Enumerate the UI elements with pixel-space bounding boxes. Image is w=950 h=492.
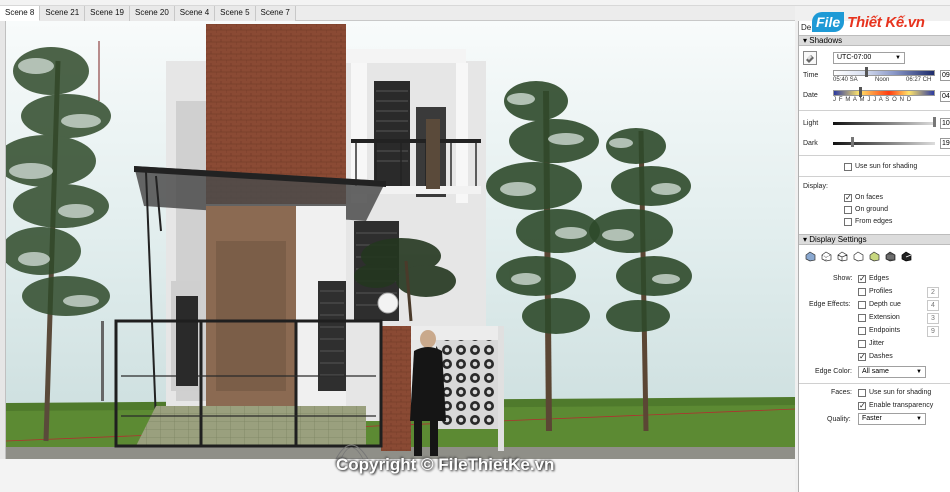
shaded-style-icon[interactable] xyxy=(869,251,880,262)
faces-label: Faces: xyxy=(831,389,853,396)
default-tray: De ▾ Shadows UTC-07:00 ▼ Time 05:40 SA No… xyxy=(798,21,950,492)
from-edges-label: From edges xyxy=(855,218,893,225)
date-label: Date xyxy=(803,92,818,99)
back-edges-style-icon[interactable] xyxy=(821,251,832,262)
house-render xyxy=(6,21,795,459)
time-tick-2: Noon xyxy=(875,77,890,83)
jitter-checkbox[interactable] xyxy=(858,340,866,348)
scene-tab-20[interactable]: Scene 20 xyxy=(129,6,175,21)
use-sun-faces-label: Use sun for shading xyxy=(869,389,932,396)
profiles-checkbox[interactable] xyxy=(858,288,866,296)
profiles-value[interactable]: 2 xyxy=(927,287,939,298)
use-sun-faces-checkbox[interactable] xyxy=(858,389,866,397)
dark-slider-thumb[interactable] xyxy=(851,137,854,147)
hidden-line-style-icon[interactable] xyxy=(853,251,864,262)
on-ground-label: On ground xyxy=(855,206,889,213)
endpoints-value[interactable]: 9 xyxy=(927,326,939,337)
site-logo: File Thiết Kế.vn xyxy=(812,12,925,32)
edge-color-label: Edge Color: xyxy=(815,368,852,375)
scene-tab-7[interactable]: Scene 7 xyxy=(255,6,296,21)
light-value-field[interactable]: 10 xyxy=(940,118,950,129)
xray-style-icon[interactable] xyxy=(805,251,816,262)
on-ground-checkbox[interactable] xyxy=(844,206,852,214)
monochrome-style-icon[interactable] xyxy=(901,251,912,262)
date-value-field[interactable]: 04 xyxy=(940,91,950,102)
scene-tabs: Scene 8 Scene 21 Scene 19 Scene 20 Scene… xyxy=(0,6,795,21)
time-tick-1: 05:40 SA xyxy=(833,77,858,83)
edge-color-select[interactable]: All same ▼ xyxy=(858,366,926,378)
copyright-watermark: Copyright © FileThietKe.vn xyxy=(336,455,555,474)
wireframe-style-icon[interactable] xyxy=(837,251,848,262)
scene-tab-8[interactable]: Scene 8 xyxy=(0,6,41,21)
quality-select[interactable]: Faster ▼ xyxy=(858,413,926,425)
light-slider-thumb[interactable] xyxy=(933,117,936,127)
edge-effects-label: Edge Effects: xyxy=(809,301,851,308)
from-edges-checkbox[interactable] xyxy=(844,218,852,226)
dark-slider[interactable] xyxy=(833,142,935,145)
chevron-down-icon: ▼ xyxy=(916,416,922,422)
scene-tab-5[interactable]: Scene 5 xyxy=(215,6,256,21)
scene-tab-4[interactable]: Scene 4 xyxy=(174,6,216,21)
scene-tab-19[interactable]: Scene 19 xyxy=(85,6,130,21)
date-slider[interactable] xyxy=(833,90,935,96)
display-settings-header[interactable]: ▾ Display Settings xyxy=(799,234,950,245)
light-slider[interactable] xyxy=(833,122,935,125)
edges-checkbox[interactable]: ✓ xyxy=(858,275,866,283)
extension-label: Extension xyxy=(869,314,900,321)
on-faces-checkbox[interactable]: ✓ xyxy=(844,194,852,202)
time-tick-3: 06:27 CH xyxy=(906,77,932,83)
display-label: Display: xyxy=(803,183,828,190)
use-sun-shading-checkbox[interactable] xyxy=(844,163,852,171)
dashes-label: Dashes xyxy=(869,353,893,360)
timezone-select[interactable]: UTC-07:00 ▼ xyxy=(833,52,905,64)
time-label: Time xyxy=(803,72,819,79)
depth-cue-label: Depth cue xyxy=(869,301,901,308)
edges-label: Edges xyxy=(869,275,889,282)
dark-value-field[interactable]: 19 xyxy=(940,138,950,149)
light-label: Light xyxy=(803,120,819,127)
dashes-checkbox[interactable]: ✓ xyxy=(858,353,866,361)
extension-checkbox[interactable] xyxy=(858,314,866,322)
endpoints-label: Endpoints xyxy=(869,327,901,334)
depth-cue-checkbox[interactable] xyxy=(858,301,866,309)
time-value-field[interactable]: 09 xyxy=(940,70,950,81)
profiles-label: Profiles xyxy=(869,288,893,295)
on-faces-label: On faces xyxy=(855,194,884,201)
shadow-icon xyxy=(806,55,814,63)
chevron-down-icon: ▼ xyxy=(916,369,922,375)
quality-label: Quality: xyxy=(827,416,851,423)
shaded-textures-style-icon[interactable] xyxy=(885,251,896,262)
use-sun-shading-label: Use sun for shading xyxy=(855,163,918,170)
enable-transparency-checkbox[interactable]: ✓ xyxy=(858,402,866,410)
logo-rest-text: Thiết Kế.vn xyxy=(847,13,925,31)
date-slider-thumb[interactable] xyxy=(859,87,862,97)
depth-cue-value[interactable]: 4 xyxy=(927,300,939,311)
shadows-header[interactable]: ▾ Shadows xyxy=(799,35,950,46)
model-viewport[interactable] xyxy=(6,21,795,459)
logo-file-text: File xyxy=(812,12,845,32)
jitter-label: Jitter xyxy=(869,340,885,347)
endpoints-checkbox[interactable] xyxy=(858,327,866,335)
show-label: Show: xyxy=(833,275,853,282)
enable-transparency-label: Enable transparency xyxy=(869,402,934,409)
dark-label: Dark xyxy=(803,140,818,147)
shadow-toggle-button[interactable] xyxy=(803,51,817,65)
time-slider-thumb[interactable] xyxy=(865,67,868,77)
date-months: J F M A M J J A S O N D xyxy=(833,97,912,103)
chevron-down-icon: ▼ xyxy=(895,55,901,61)
scene-tab-21[interactable]: Scene 21 xyxy=(40,6,86,21)
time-slider[interactable] xyxy=(833,70,935,76)
extension-value[interactable]: 3 xyxy=(927,313,939,324)
tray-title: De xyxy=(801,23,812,32)
